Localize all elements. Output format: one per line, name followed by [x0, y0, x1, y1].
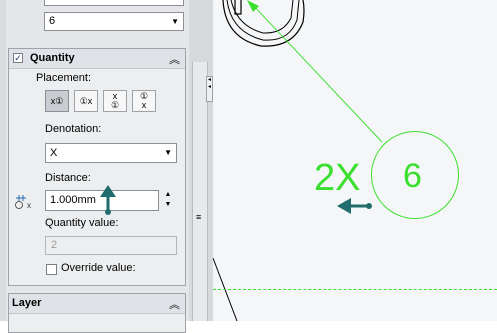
- distance-icon-svg: x: [15, 195, 31, 210]
- quantity-group-header[interactable]: ✓ Quantity ︽: [9, 49, 185, 69]
- x-after-balloon-icon[interactable]: ①x: [74, 90, 98, 112]
- pointer-arrow: [100, 185, 116, 215]
- distance-value: 1.000mm: [50, 194, 96, 206]
- x-before-balloon-icon[interactable]: x①: [45, 90, 69, 112]
- x-above-balloon-icon[interactable]: x①: [103, 90, 127, 112]
- quantity-value: 2: [51, 239, 58, 251]
- property-manager-panel: 6 ▼ ✓ Quantity ︽ Placement: x① ①x x① ①x …: [0, 0, 189, 333]
- spin-down-icon[interactable]: ▼: [161, 200, 175, 210]
- move-arrow-dot: [366, 203, 372, 209]
- distance-label: Distance:: [45, 172, 91, 184]
- collapse-panel-handle[interactable]: ◂ ◂: [206, 76, 213, 102]
- balloon-number[interactable]: 6: [403, 157, 422, 196]
- denotation-label: Denotation:: [45, 123, 102, 135]
- grip-icon[interactable]: ≡: [196, 212, 201, 222]
- distance-icon: x: [14, 192, 36, 210]
- denotation-value: X: [50, 147, 58, 159]
- quantity-title: Quantity: [30, 52, 75, 64]
- quantity-value-field: 2: [45, 236, 177, 255]
- move-arrow-head: [337, 198, 351, 214]
- chevron-down-icon: ▼: [171, 17, 179, 26]
- chevron-down-icon: ▼: [164, 148, 172, 157]
- denotation-select[interactable]: X ▼: [45, 143, 177, 163]
- panel-edge: [0, 0, 6, 321]
- spin-up-icon[interactable]: ▲: [161, 190, 175, 200]
- pointer-arrow-dot: [105, 209, 111, 215]
- override-value-label: Override value:: [61, 262, 136, 274]
- top-field-stub[interactable]: [44, 0, 184, 6]
- override-value-checkbox[interactable]: [46, 264, 57, 275]
- placement-label: Placement:: [36, 72, 92, 84]
- x-below-balloon-icon[interactable]: ①x: [132, 90, 156, 112]
- quantity-prefix-text[interactable]: 2X: [314, 157, 360, 200]
- construction-line: [213, 289, 497, 290]
- panel-splitter[interactable]: ◂ ◂ ≡: [189, 0, 213, 321]
- balloon-text-value: 6: [49, 15, 56, 27]
- distance-spinner[interactable]: ▲ ▼: [161, 190, 175, 211]
- balloon-text-select[interactable]: 6 ▼: [44, 12, 184, 31]
- collapse-icon[interactable]: ︽: [169, 296, 180, 312]
- quantity-checkbox[interactable]: ✓: [13, 53, 23, 63]
- layer-title: Layer: [12, 297, 42, 309]
- svg-text:x: x: [27, 201, 31, 210]
- layer-group-header[interactable]: Layer ︽: [9, 294, 185, 314]
- part-slot: [234, 0, 242, 15]
- collapse-icon[interactable]: ︽: [169, 51, 180, 67]
- layer-group: Layer ︽: [8, 293, 186, 333]
- quantity-value-label: Quantity value:: [45, 217, 119, 229]
- balloon-leader-line: [250, 2, 383, 143]
